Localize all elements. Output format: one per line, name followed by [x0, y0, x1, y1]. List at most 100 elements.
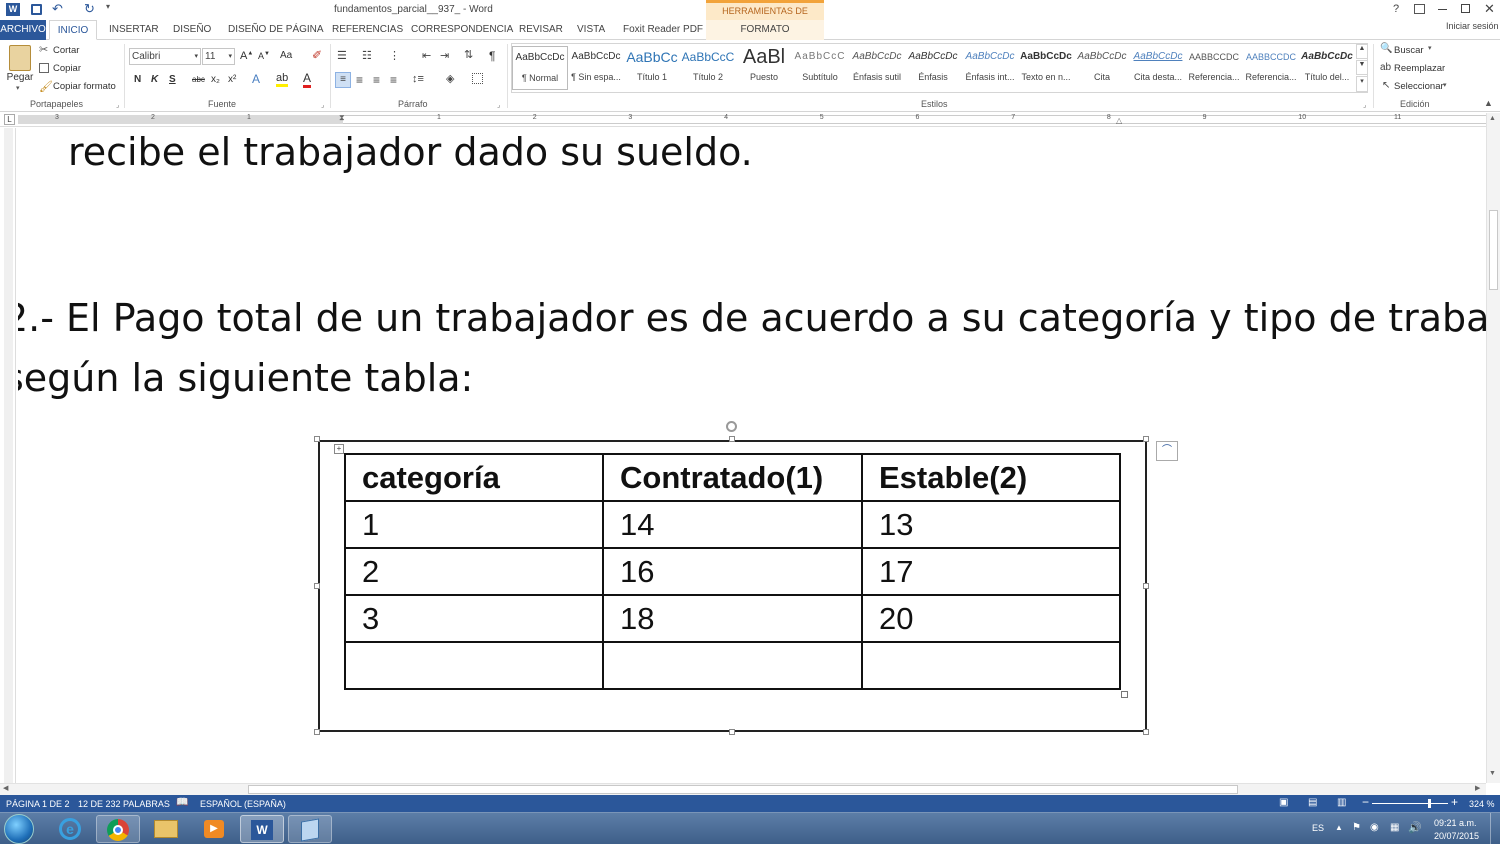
tab-correspondencia[interactable]: CORRESPONDENCIA	[411, 20, 513, 40]
save-icon[interactable]	[31, 4, 42, 15]
style-12[interactable]: AaBbCcDc Cita desta...	[1130, 46, 1186, 90]
undo-icon[interactable]: ↶	[52, 1, 63, 17]
zoom-slider-thumb[interactable]	[1428, 799, 1431, 808]
horizontal-ruler[interactable]: L ⧗ △ 3 2 1 1 2 3 4 5 6 7 8 9 10 11	[0, 113, 1500, 127]
table-resize-handle[interactable]	[1121, 691, 1128, 698]
sync-icon[interactable]: ◉	[1370, 822, 1379, 833]
read-mode-icon[interactable]: ▣	[1279, 797, 1288, 808]
rotate-handle-icon[interactable]	[726, 421, 737, 432]
zoom-slider[interactable]	[1372, 799, 1448, 808]
style-14[interactable]: AABBCCDC Referencia...	[1243, 46, 1299, 90]
table-header-cell[interactable]: Contratado(1)	[602, 453, 863, 502]
table-move-handle-icon[interactable]: +	[334, 444, 344, 454]
align-left-icon[interactable]: ≡	[335, 72, 351, 88]
page-count[interactable]: PÁGINA 1 DE 2	[6, 799, 70, 809]
table-cell[interactable]: 13	[861, 500, 1121, 549]
table-cell[interactable]: 16	[602, 547, 863, 596]
style-9[interactable]: AaBbCcDc Énfasis int...	[962, 46, 1018, 90]
style-1[interactable]: AaBbCcDc ¶ Normal	[512, 46, 568, 90]
word-count[interactable]: 12 DE 232 PALABRAS	[78, 799, 170, 809]
network-icon[interactable]: ▦	[1390, 822, 1399, 833]
help-icon[interactable]: ?	[1393, 3, 1399, 15]
selection-handle[interactable]	[1143, 583, 1149, 589]
align-center-icon[interactable]: ≡	[356, 73, 363, 87]
style-8[interactable]: AaBbCcDc Énfasis	[905, 46, 961, 90]
format-painter-icon[interactable]: 🖌	[39, 80, 53, 93]
drawing-canvas[interactable]: + categoría Contratado(1) Estable(2) 1 14 13 2…	[318, 440, 1147, 732]
word-app-icon[interactable]: W	[6, 3, 20, 16]
selection-handle[interactable]	[729, 436, 735, 442]
replace-button[interactable]: Reemplazar	[1394, 63, 1445, 74]
cut-icon[interactable]: ✂	[39, 43, 48, 56]
sign-in-link[interactable]: Iniciar sesión	[1446, 16, 1499, 36]
table-cell[interactable]: 17	[861, 547, 1121, 596]
internet-explorer-icon[interactable]: e	[48, 815, 92, 843]
selection-handle[interactable]	[729, 729, 735, 735]
styles-scroll-down-icon[interactable]: ▼	[1356, 60, 1368, 75]
highlight-icon[interactable]: ab	[276, 72, 289, 87]
styles-scroll-up-icon[interactable]: ▲	[1356, 44, 1368, 59]
font-name-field[interactable]: Calibri ▾	[129, 48, 201, 65]
underline-button[interactable]: S	[169, 74, 176, 85]
tab-inicio[interactable]: INICIO	[49, 20, 97, 40]
grow-font-icon[interactable]: A▲	[240, 50, 253, 62]
redo-icon[interactable]: ↻	[84, 1, 95, 17]
paste-icon[interactable]	[9, 45, 31, 71]
vertical-scroll-thumb[interactable]	[1489, 210, 1498, 290]
style-2[interactable]: AaBbCcDc ¶ Sin espa...	[568, 46, 624, 90]
scroll-down-icon[interactable]: ▼	[1489, 770, 1496, 777]
tab-vista[interactable]: VISTA	[577, 20, 605, 40]
find-dropdown-icon[interactable]: ▾	[1428, 44, 1432, 52]
copy-button[interactable]: Copiar	[53, 63, 81, 74]
multilevel-list-icon[interactable]: ⋮	[389, 49, 400, 62]
select-dropdown-icon[interactable]: ▾	[1443, 81, 1447, 89]
media-player-icon[interactable]: ▶	[192, 815, 236, 843]
table-cell[interactable]	[861, 641, 1121, 690]
line-spacing-icon[interactable]: ↕≡	[412, 73, 424, 85]
selection-handle[interactable]	[314, 583, 320, 589]
chrome-icon[interactable]	[96, 815, 140, 843]
font-launcher-icon[interactable]: ⌟	[321, 101, 324, 109]
scroll-right-icon[interactable]: ▶	[1475, 784, 1480, 792]
paragraph-launcher-icon[interactable]: ⌟	[497, 101, 500, 109]
find-button[interactable]: Buscar	[1394, 45, 1424, 56]
find-icon[interactable]: 🔍	[1380, 43, 1392, 54]
word-taskbar-icon[interactable]: W	[240, 815, 284, 843]
tab-archivo[interactable]: ARCHIVO	[0, 20, 46, 40]
tray-expand-icon[interactable]: ▲	[1335, 823, 1343, 832]
scroll-up-icon[interactable]: ▲	[1489, 115, 1496, 122]
styles-more-icon[interactable]: ▾	[1356, 76, 1368, 92]
style-5[interactable]: AaBl Puesto	[736, 46, 792, 90]
show-marks-button[interactable]: ¶	[489, 49, 495, 63]
clear-format-icon[interactable]: ✐	[312, 48, 322, 62]
justify-icon[interactable]: ≡	[390, 73, 397, 87]
increase-indent-icon[interactable]: ⇥	[440, 49, 449, 62]
tab-formato[interactable]: FORMATO	[706, 20, 824, 40]
table-cell[interactable]	[344, 641, 604, 690]
horizontal-scroll-thumb[interactable]	[248, 785, 1238, 794]
tab-diseno-pagina[interactable]: DISEÑO DE PÁGINA	[228, 20, 324, 40]
table-cell[interactable]: 14	[602, 500, 863, 549]
table-header-cell[interactable]: Estable(2)	[861, 453, 1121, 502]
action-center-icon[interactable]: ⚑	[1352, 822, 1361, 833]
font-color-icon[interactable]: A	[303, 72, 312, 88]
numbering-icon[interactable]: ☷	[362, 49, 372, 62]
selection-handle[interactable]	[1143, 729, 1149, 735]
table-cell[interactable]: 20	[861, 594, 1121, 643]
style-13[interactable]: AABBCCDC Referencia...	[1186, 46, 1242, 90]
table-cell[interactable]: 18	[602, 594, 863, 643]
clock-time[interactable]: 09:21 a.m.	[1434, 818, 1477, 828]
right-indent-marker-icon[interactable]: △	[1116, 116, 1122, 125]
language-indicator[interactable]: ESPAÑOL (ESPAÑA)	[200, 799, 286, 809]
layout-options-icon[interactable]: ⌒	[1156, 441, 1178, 461]
italic-button[interactable]: K	[151, 74, 158, 85]
print-layout-icon[interactable]: ▤	[1308, 797, 1317, 808]
selection-handle[interactable]	[1143, 436, 1149, 442]
close-icon[interactable]: ✕	[1484, 1, 1495, 17]
shrink-font-icon[interactable]: A▼	[258, 51, 270, 61]
style-11[interactable]: AaBbCcDc Cita	[1074, 46, 1130, 90]
volume-icon[interactable]: 🔊	[1408, 821, 1422, 834]
style-15[interactable]: AaBbCcDc Título del...	[1299, 46, 1355, 90]
start-button-icon[interactable]	[4, 814, 34, 844]
table-cell[interactable]: 1	[344, 500, 604, 549]
